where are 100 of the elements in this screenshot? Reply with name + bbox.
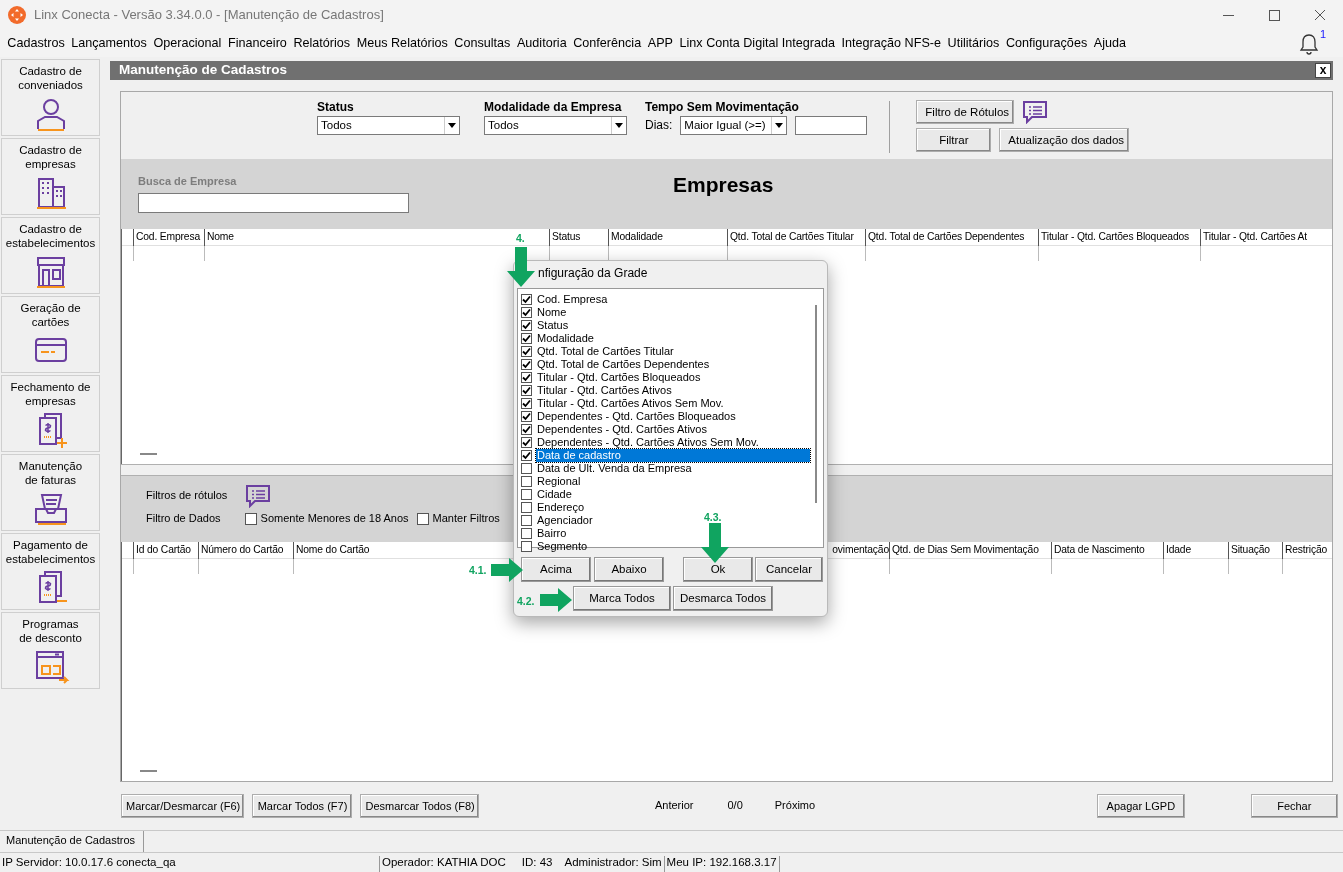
column-header[interactable]: Status — [550, 229, 609, 246]
checkbox[interactable] — [521, 489, 532, 500]
dialog-button[interactable]: Ok — [683, 557, 753, 582]
list-item[interactable]: Cod. Empresa — [536, 293, 609, 306]
column-header[interactable]: Modalidade — [609, 229, 728, 246]
search-field[interactable] — [138, 193, 409, 213]
status-dropdown[interactable]: Todos — [317, 116, 460, 135]
modality-dropdown[interactable]: Todos — [484, 116, 627, 135]
checkbox[interactable] — [521, 528, 532, 539]
filter-button[interactable]: Filtro de Rótulos — [916, 100, 1015, 124]
list-item[interactable]: Qtd. Total de Cartões Titular — [536, 345, 675, 358]
list-item[interactable]: Titular - Qtd. Cartões Bloqueados — [536, 371, 702, 384]
checkbox[interactable] — [521, 476, 532, 487]
menu-item[interactable]: Operacional — [150, 35, 225, 52]
list-item[interactable]: Qtd. Total de Cartões Dependentes — [536, 358, 711, 371]
filter-button[interactable]: Filtrar — [916, 128, 992, 152]
checkbox[interactable] — [521, 541, 532, 552]
column-header[interactable]: Titular - Qtd. Cartões Bloqueados — [1039, 229, 1201, 246]
checkbox[interactable] — [521, 463, 532, 474]
comment-list-icon[interactable] — [245, 484, 272, 508]
column-header[interactable]: Qtd. de Dias Sem Movimentação — [890, 542, 1052, 559]
menu-item[interactable]: Financeiro — [224, 35, 291, 52]
refresh-button[interactable]: Atualização dos dados — [999, 128, 1130, 152]
dialog-button[interactable]: Cancelar — [755, 557, 823, 582]
window-tab[interactable]: Manutenção de Cadastros — [0, 831, 144, 852]
checkbox[interactable] — [521, 385, 532, 396]
column-header[interactable]: Titular - Qtd. Cartões At — [1201, 229, 1332, 246]
operator-dropdown[interactable]: Maior Igual (>=) — [680, 116, 788, 135]
list-item[interactable]: Dependentes - Qtd. Cartões Ativos — [536, 423, 708, 436]
checkbox[interactable] — [521, 294, 532, 305]
action-button[interactable]: Marcar/Desmarcar (F6) — [121, 794, 245, 818]
list-item[interactable]: Modalidade — [536, 332, 595, 345]
menu-item[interactable]: Lançamentos — [68, 35, 151, 52]
menu-item[interactable]: Utilitários — [944, 35, 1003, 52]
scrollbar[interactable] — [815, 305, 817, 503]
checkbox[interactable]: Manter Filtros — [416, 512, 500, 526]
checkbox[interactable] — [521, 515, 532, 526]
column-header[interactable]: Cod. Empresa — [134, 229, 205, 246]
days-input[interactable] — [795, 116, 868, 135]
column-header[interactable]: Id do Cartão — [134, 542, 199, 559]
list-item[interactable]: Titular - Qtd. Cartões Ativos Sem Mov. — [536, 397, 725, 410]
checkbox[interactable] — [521, 424, 532, 435]
sidebar-button[interactable]: Cadastro de estabelecimentos — [1, 217, 100, 294]
close-button[interactable]: Fechar — [1250, 794, 1338, 818]
checkbox[interactable] — [521, 502, 532, 513]
checkbox[interactable] — [521, 372, 532, 383]
column-header[interactable]: Idade — [1164, 542, 1229, 559]
menu-item[interactable]: Cadastros — [4, 35, 68, 52]
list-item[interactable]: Nome — [536, 306, 568, 319]
sidebar-button[interactable]: Pagamento de estabelecimentos — [1, 533, 100, 610]
dialog-button[interactable]: Marca Todos — [573, 586, 671, 611]
column-header[interactable]: Qtd. Total de Cartões Titular — [728, 229, 866, 246]
list-item[interactable]: Titular - Qtd. Cartões Ativos — [536, 384, 673, 397]
checkbox[interactable] — [521, 437, 532, 448]
action-button[interactable]: Marcar Todos (F7) — [252, 794, 353, 818]
sidebar-button[interactable]: Geração de cartões — [1, 296, 100, 373]
list-item[interactable]: Regional — [536, 475, 582, 488]
list-item[interactable]: Dependentes - Qtd. Cartões Ativos Sem Mov. — [536, 436, 760, 449]
menu-item[interactable]: Meus Relatórios — [353, 35, 452, 52]
column-header[interactable]: Qtd. Total de Cartões Dependentes — [866, 229, 1039, 246]
checkbox[interactable] — [521, 398, 532, 409]
close-button[interactable]: x — [1315, 63, 1331, 78]
menu-item[interactable]: Auditoria — [513, 35, 570, 52]
dialog-button[interactable]: Abaixo — [594, 557, 664, 582]
menu-item[interactable]: Relatórios — [290, 35, 354, 52]
column-header[interactable]: Data de Nascimento — [1052, 542, 1164, 559]
sidebar-button[interactable]: Cadastro de conveniados — [1, 59, 100, 136]
dialog-button[interactable]: Desmarca Todos — [673, 586, 773, 611]
sidebar-button[interactable]: Manutenção de faturas — [1, 454, 100, 531]
sidebar-button[interactable]: Fechamento de empresas — [1, 375, 100, 452]
comment-list-icon[interactable] — [1022, 100, 1049, 124]
column-header[interactable]: Restrição — [1283, 542, 1332, 559]
column-header[interactable]: Número do Cartão — [199, 542, 294, 559]
sidebar-button[interactable]: Cadastro de empresas — [1, 138, 100, 215]
sidebar-button[interactable]: Programas de desconto — [1, 612, 100, 689]
checkbox[interactable] — [521, 411, 532, 422]
list-item[interactable]: Data de Ult. Venda da Empresa — [536, 462, 693, 475]
list-item[interactable]: Endereço — [536, 501, 586, 514]
list-item[interactable]: Data de cadastro — [536, 449, 810, 462]
menu-item[interactable]: Configurações — [1002, 35, 1091, 52]
list-item[interactable]: Status — [536, 319, 570, 332]
erase-button[interactable]: Apagar LGPD — [1097, 794, 1185, 818]
menu-item[interactable]: Ajuda — [1090, 35, 1130, 52]
checkbox[interactable] — [521, 333, 532, 344]
menu-item[interactable]: Linx Conta Digital Integrada — [676, 35, 839, 52]
checkbox[interactable] — [521, 359, 532, 370]
list-item[interactable]: Agenciador — [536, 514, 594, 527]
menu-item[interactable]: APP — [644, 35, 677, 52]
checkbox[interactable] — [521, 450, 532, 461]
checkbox[interactable] — [521, 307, 532, 318]
menu-item[interactable]: Consultas — [451, 35, 514, 52]
next-link[interactable]: Próximo — [774, 799, 816, 813]
list-item[interactable]: Bairro — [536, 527, 568, 540]
list-item[interactable]: Cidade — [536, 488, 573, 501]
menu-item[interactable]: Conferência — [569, 35, 645, 52]
previous-link[interactable]: Anterior — [654, 799, 694, 813]
action-button[interactable]: Desmarcar Todos (F8) — [360, 794, 479, 818]
dialog-button[interactable]: Acima — [521, 557, 591, 582]
checkbox[interactable] — [521, 346, 532, 357]
column-header[interactable]: Situação — [1229, 542, 1283, 559]
